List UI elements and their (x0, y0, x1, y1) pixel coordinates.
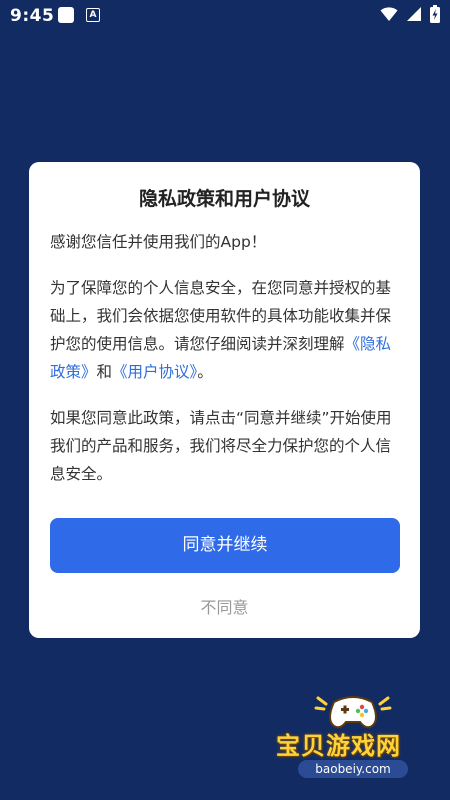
privacy-dialog: 隐私政策和用户协议 感谢您信任并使用我们的App！ 为了保障您的个人信息安全，在… (29, 162, 420, 638)
and-text: 和 (96, 363, 113, 381)
status-time: 9:45 (10, 6, 55, 26)
policy-paragraph: 为了保障您的个人信息安全，在您同意并授权的基础上，我们会依据您使用软件的具体功能… (50, 274, 400, 386)
dialog-title: 隐私政策和用户协议 (138, 188, 310, 210)
agree-continue-button[interactable]: 同意并继续 (50, 518, 400, 573)
status-bar: 9:45 A (0, 0, 450, 32)
watermark: 宝贝游戏网 baobeiy.com (268, 690, 443, 790)
watermark-url: baobeiy.com (298, 760, 408, 778)
watermark-title: 宝贝游戏网 (276, 732, 401, 760)
status-icons (380, 5, 440, 27)
battery-charging-icon (430, 5, 440, 27)
intro-text: 感谢您信任并使用我们的App！ (50, 233, 267, 251)
consent-paragraph: 如果您同意此政策，请点击“同意并继续”开始使用我们的产品和服务，我们将尽全力保护… (50, 409, 392, 483)
dialog-body: 感谢您信任并使用我们的App！ 为了保障您的个人信息安全，在您同意并授权的基础上… (50, 228, 400, 506)
cellular-signal-icon (406, 6, 422, 26)
notification-square-icon (58, 7, 74, 23)
disagree-button[interactable]: 不同意 (29, 594, 420, 618)
wifi-icon (380, 6, 398, 26)
user-agreement-link[interactable]: 《用户协议》 (112, 363, 197, 381)
policy-text: 为了保障您的个人信息安全，在您同意并授权的基础上，我们会依据您使用软件的具体功能… (50, 279, 392, 353)
a-notification-icon: A (86, 8, 100, 22)
policy-end-text: 。 (197, 363, 213, 381)
